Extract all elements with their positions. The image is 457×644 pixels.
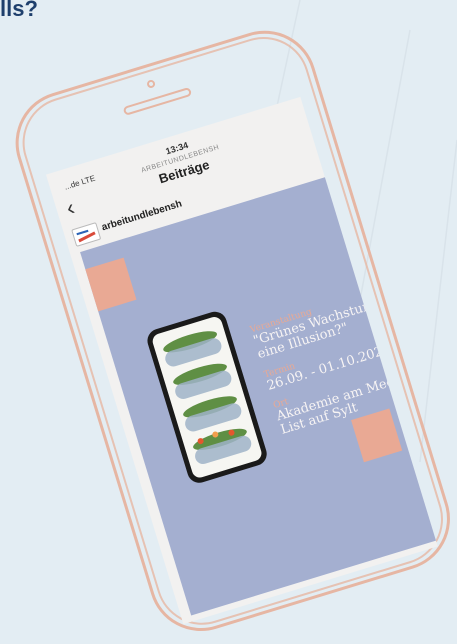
decorative-square xyxy=(85,257,137,312)
post-image-phone xyxy=(144,308,270,486)
avatar[interactable] xyxy=(71,222,102,247)
decorative-square xyxy=(351,408,403,463)
post-image xyxy=(150,315,264,480)
